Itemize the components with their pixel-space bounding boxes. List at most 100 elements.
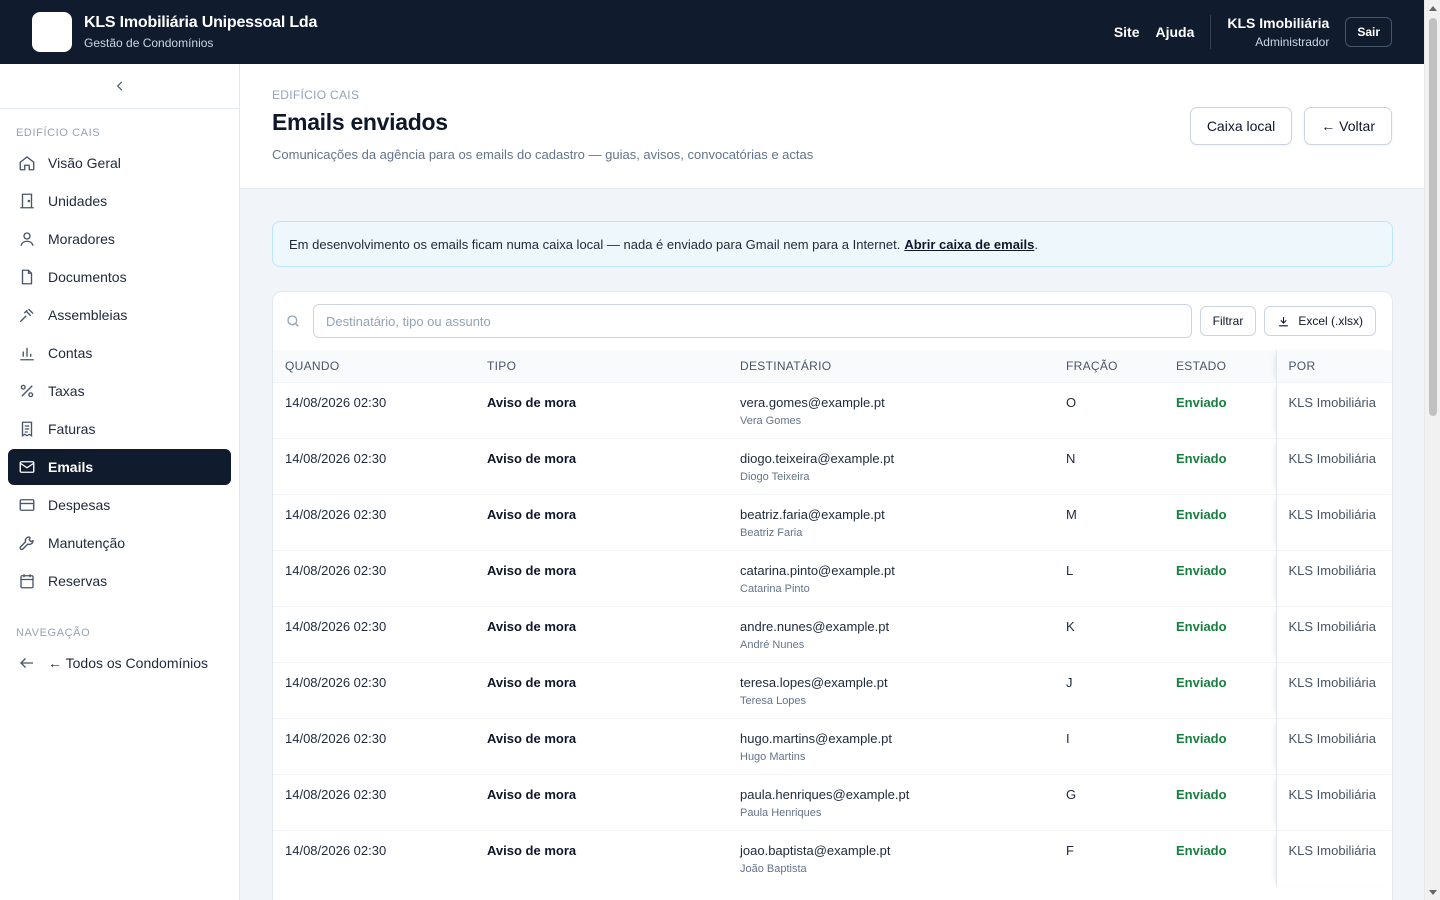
breadcrumb: EDIFÍCIO CAIS — [272, 88, 360, 102]
sidebar-item-expenses[interactable]: Despesas — [8, 487, 231, 523]
sidebar-item-label: ← Todos os Condomínios — [48, 655, 209, 671]
page-subtitle: Comunicações da agência para os emails d… — [272, 147, 814, 162]
cell-fraction: K — [1054, 605, 1164, 662]
search-icon — [287, 315, 299, 327]
back-button[interactable]: ← Voltar — [1304, 107, 1392, 145]
info-text: Em desenvolvimento os emails ficam numa … — [289, 236, 901, 252]
table-row[interactable]: 14/08/2026 02:30 Aviso de mora vera.gomes@… — [273, 381, 1392, 438]
sent-by: KLS Imobiliária — [1288, 450, 1376, 466]
sidebar-item-documents[interactable]: Documentos — [8, 259, 231, 295]
sidebar-item-label: Moradores — [48, 231, 115, 247]
sidebar-item-emails[interactable]: Emails — [8, 449, 231, 485]
recipient-email: beatriz.faria@example.pt — [740, 506, 885, 522]
help-link[interactable]: Ajuda — [1156, 24, 1195, 40]
cell-when: 14/08/2026 02:30 — [273, 661, 475, 718]
main-content: EDIFÍCIO CAIS Emails enviados Comunicaçõ… — [240, 64, 1424, 900]
sidebar-item-residents[interactable]: Moradores — [8, 221, 231, 257]
column-when[interactable]: QUANDO — [273, 350, 475, 382]
cell-status: Enviado — [1164, 661, 1276, 718]
email-type: Aviso de mora — [487, 450, 577, 466]
sidebar-item-all-condominiums[interactable]: ← Todos os Condomínios — [8, 645, 231, 681]
fraction-value: N — [1066, 450, 1076, 466]
column-recipient[interactable]: DESTINATÁRIO — [728, 350, 1054, 382]
recipient-name: Diogo Teixeira — [740, 470, 810, 483]
column-fraction[interactable]: FRAÇÃO — [1054, 350, 1164, 382]
status-badge: Enviado — [1176, 562, 1227, 578]
cell-type: Aviso de mora — [475, 549, 728, 606]
sent-time: 14/08/2026 02:30 — [285, 506, 387, 522]
site-link[interactable]: Site — [1114, 24, 1140, 40]
sidebar: EDIFÍCIO CAIS Visão Geral Unidades Morad… — [0, 64, 240, 900]
door-icon — [18, 192, 36, 210]
sent-time: 14/08/2026 02:30 — [285, 730, 387, 746]
recipient-name: Beatriz Faria — [740, 526, 803, 539]
sidebar-item-label: Contas — [48, 345, 93, 361]
cell-status: Enviado — [1164, 717, 1276, 774]
cell-when: 14/08/2026 02:30 — [273, 437, 475, 494]
arrow-left-icon — [18, 654, 36, 672]
sidebar-item-overview[interactable]: Visão Geral — [8, 145, 231, 181]
sidebar-item-accounts[interactable]: Contas — [8, 335, 231, 371]
email-type: Aviso de mora — [487, 394, 577, 410]
table-row[interactable]: 14/08/2026 02:30 Aviso de mora paula.henri… — [273, 773, 1392, 830]
cell-recipient: joao.baptista@example.pt João Baptista — [728, 829, 1054, 886]
scroll-thumb[interactable] — [1429, 18, 1437, 416]
status-badge: Enviado — [1176, 674, 1227, 690]
table-row[interactable]: 14/08/2026 02:30 Aviso de mora andre.nunes… — [273, 605, 1392, 662]
fraction-value: L — [1066, 562, 1074, 578]
cell-status: Enviado — [1164, 437, 1276, 494]
recipient-name: Teresa Lopes — [740, 694, 807, 707]
cell-recipient: catarina.pinto@example.pt Catarina Pinto — [728, 549, 1054, 606]
cell-status: Enviado — [1164, 493, 1276, 550]
sidebar-item-units[interactable]: Unidades — [8, 183, 231, 219]
table-row[interactable]: 14/08/2026 02:30 Aviso de mora diogo.teixe… — [273, 437, 1392, 494]
cell-type: Aviso de mora — [475, 437, 728, 494]
page-scrollbar[interactable] — [1424, 0, 1440, 900]
sent-time: 14/08/2026 02:30 — [285, 562, 387, 578]
cell-by: KLS Imobiliária — [1275, 549, 1392, 606]
sent-time: 14/08/2026 02:30 — [285, 674, 387, 690]
sidebar-item-invoices[interactable]: Faturas — [8, 411, 231, 447]
sidebar-item-maintenance[interactable]: Manutenção — [8, 525, 231, 561]
column-type[interactable]: TIPO — [475, 350, 728, 382]
logo[interactable] — [32, 12, 72, 52]
table-row[interactable]: 14/08/2026 02:30 Aviso de mora hugo.martin… — [273, 717, 1392, 774]
email-type: Aviso de mora — [487, 674, 577, 690]
local-inbox-button[interactable]: Caixa local — [1189, 107, 1293, 145]
status-badge: Enviado — [1176, 450, 1227, 466]
logout-button[interactable]: Sair — [1345, 17, 1392, 47]
filter-button[interactable]: Filtrar — [1199, 306, 1257, 336]
download-icon — [1279, 316, 1289, 326]
table-row[interactable]: 14/08/2026 02:30 Aviso de mora beatriz.far… — [273, 493, 1392, 550]
sent-by: KLS Imobiliária — [1288, 674, 1376, 690]
sent-time: 14/08/2026 02:30 — [285, 618, 387, 634]
cell-by: KLS Imobiliária — [1275, 661, 1392, 718]
recipient-email: hugo.martins@example.pt — [740, 730, 892, 746]
status-badge: Enviado — [1176, 618, 1227, 634]
sidebar-item-label: Faturas — [48, 421, 96, 437]
divider — [1210, 15, 1212, 49]
sidebar-item-label: Reservas — [48, 573, 108, 589]
table-row[interactable]: 14/08/2026 02:30 Aviso de mora teresa.lope… — [273, 661, 1392, 718]
collapse-sidebar-button[interactable] — [0, 64, 239, 109]
search-input[interactable] — [313, 304, 1192, 338]
table-row[interactable]: 14/08/2026 02:30 Aviso de mora joao.baptis… — [273, 829, 1392, 886]
sidebar-item-label: Manutenção — [48, 535, 126, 551]
status-badge: Enviado — [1176, 730, 1227, 746]
excel-export-button[interactable]: Excel (.xlsx) — [1264, 306, 1376, 336]
cell-fraction: N — [1054, 437, 1164, 494]
scroll-down-arrow[interactable] — [1429, 890, 1437, 895]
brand-subtitle: Gestão de Condomínios — [84, 36, 214, 50]
percent-icon — [18, 382, 36, 400]
scroll-up-arrow[interactable] — [1429, 6, 1437, 11]
fraction-value: I — [1066, 730, 1070, 746]
sidebar-item-assemblies[interactable]: Assembleias — [8, 297, 231, 333]
sidebar-item-reservations[interactable]: Reservas — [8, 563, 231, 599]
column-status[interactable]: ESTADO — [1164, 350, 1276, 382]
mail-icon — [18, 458, 36, 476]
column-by[interactable]: POR — [1275, 350, 1392, 382]
table-row[interactable]: 14/08/2026 02:30 Aviso de mora catarina.pi… — [273, 549, 1392, 606]
open-inbox-link[interactable]: Abrir caixa de emails — [904, 237, 1034, 252]
sidebar-item-fees[interactable]: Taxas — [8, 373, 231, 409]
cell-type: Aviso de mora — [475, 493, 728, 550]
